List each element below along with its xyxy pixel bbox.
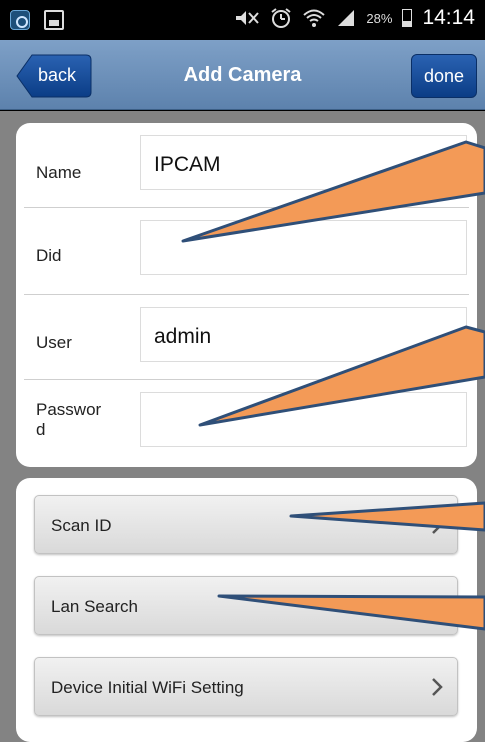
password-field[interactable] (140, 392, 467, 447)
actions-card: Scan ID Lan Search Device Initial WiFi S… (16, 478, 477, 742)
user-field[interactable]: admin (140, 307, 467, 362)
did-field[interactable] (140, 220, 467, 275)
camera-form: Name IPCAM Did User admin Passwor d (16, 123, 477, 467)
user-row: User admin (24, 295, 469, 379)
chevron-right-icon (432, 597, 443, 615)
lan-search-label: Lan Search (51, 597, 138, 616)
scan-id-label: Scan ID (51, 516, 112, 535)
system-icons: 28% 14:14 (234, 6, 475, 30)
clock: 14:14 (422, 6, 475, 29)
mute-icon (236, 11, 260, 25)
did-row: Did (24, 208, 469, 292)
done-button[interactable]: done (411, 54, 477, 98)
user-label: User (36, 333, 72, 352)
signal-icon (338, 10, 355, 26)
password-label-line2: d (36, 420, 46, 439)
name-label: Name (36, 163, 82, 182)
battery-icon (402, 9, 413, 27)
chevron-right-icon (432, 678, 443, 696)
alarm-icon (271, 8, 292, 28)
did-label: Did (36, 246, 62, 265)
notification-icons (10, 10, 64, 30)
wifi-setting-button[interactable]: Device Initial WiFi Setting (34, 657, 458, 716)
chevron-right-icon (432, 516, 443, 534)
name-row: Name IPCAM (24, 123, 469, 207)
password-row: Passwor d (24, 380, 469, 464)
status-bar: 28% 14:14 (0, 0, 485, 40)
wifi-icon (303, 9, 326, 27)
wifi-setting-label: Device Initial WiFi Setting (51, 678, 244, 697)
image-notification-icon (44, 10, 64, 30)
lan-search-button[interactable]: Lan Search (34, 576, 458, 635)
navigation-bar: back Add Camera done (0, 40, 485, 110)
password-label-line1: Passwor (36, 400, 102, 419)
battery-percentage: 28% (366, 10, 393, 26)
name-field[interactable]: IPCAM (140, 135, 467, 190)
password-label: Passwor d (36, 400, 101, 440)
app-notification-icon (10, 10, 30, 30)
scan-id-button[interactable]: Scan ID (34, 495, 458, 554)
content-area: Name IPCAM Did User admin Passwor d Scan… (0, 111, 485, 742)
